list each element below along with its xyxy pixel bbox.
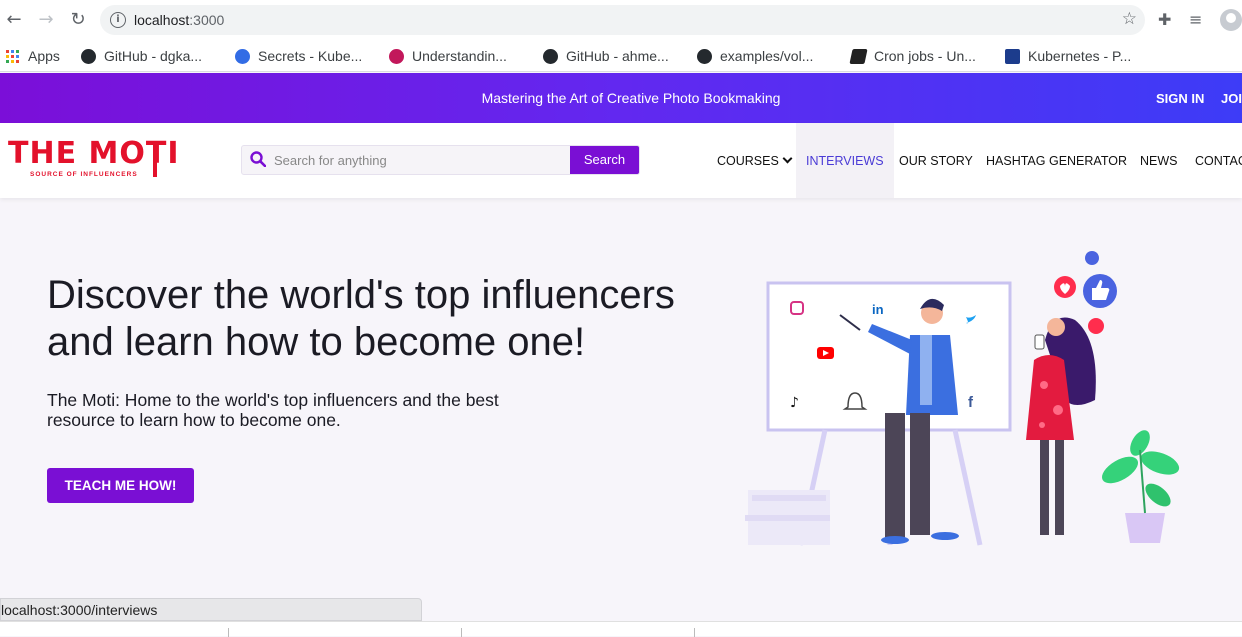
like-small-icon bbox=[1085, 251, 1099, 265]
bookmark-github-ahme[interactable]: GitHub - ahme... bbox=[543, 46, 669, 66]
bookmark-label: Cron jobs - Un... bbox=[874, 48, 976, 64]
bottom-strip bbox=[0, 621, 1242, 637]
search-button[interactable]: Search bbox=[570, 146, 639, 174]
nav-label: CONTACT bbox=[1195, 153, 1242, 168]
search-input[interactable] bbox=[274, 146, 572, 174]
bookmark-label: examples/vol... bbox=[720, 48, 814, 64]
nav-label: COURSES bbox=[717, 153, 779, 168]
bookmark-label: Kubernetes - P... bbox=[1028, 48, 1132, 64]
address-url[interactable]: localhost:3000 bbox=[134, 12, 224, 28]
url-port: :3000 bbox=[189, 12, 225, 28]
profile-avatar-icon[interactable] bbox=[1220, 9, 1242, 31]
url-host: localhost bbox=[134, 12, 190, 28]
linkedin-icon: in bbox=[872, 302, 884, 317]
nav-contact[interactable]: CONTACT bbox=[1195, 123, 1242, 198]
address-bar[interactable]: i localhost:3000 ☆ bbox=[100, 5, 1145, 35]
logo-tagline: SOURCE OF INFLUENCERS bbox=[30, 171, 138, 178]
bookmark-star-icon[interactable]: ☆ bbox=[1122, 9, 1137, 29]
github-icon bbox=[697, 48, 712, 64]
nav-courses[interactable]: COURSES bbox=[717, 123, 793, 198]
book-icon bbox=[849, 48, 868, 64]
bookmark-github-dgka[interactable]: GitHub - dgka... bbox=[81, 46, 202, 66]
site-logo[interactable]: THE MOTI SOURCE OF INFLUENCERS bbox=[8, 139, 180, 179]
tiktok-icon: ♪ bbox=[790, 395, 799, 411]
extensions-puzzle-icon[interactable]: ✚ bbox=[1158, 10, 1171, 29]
reading-list-icon[interactable]: ≡ bbox=[1189, 10, 1202, 29]
back-arrow-icon[interactable]: ← bbox=[4, 10, 24, 30]
logo-bar bbox=[153, 141, 157, 177]
bookmark-label: Apps bbox=[28, 48, 60, 64]
heart-small-icon bbox=[1088, 318, 1104, 334]
forward-arrow-icon[interactable]: → bbox=[36, 10, 56, 30]
bookmarks-bar: Apps GitHub - dgka... Secrets - Kube... … bbox=[0, 40, 1242, 72]
reload-icon[interactable]: ↻ bbox=[68, 10, 88, 30]
blue-square-icon bbox=[1005, 48, 1020, 64]
bookmark-label: Secrets - Kube... bbox=[258, 48, 363, 64]
nav-hashtag-generator[interactable]: HASHTAG GENERATOR bbox=[986, 123, 1127, 198]
bookmark-label: GitHub - ahme... bbox=[566, 48, 669, 64]
bookmark-secrets-kube[interactable]: Secrets - Kube... bbox=[235, 46, 362, 66]
nav-label: HASHTAG GENERATOR bbox=[986, 153, 1127, 168]
bookmark-kubernetes-p[interactable]: Kubernetes - P... bbox=[1005, 46, 1131, 66]
github-icon bbox=[81, 48, 96, 64]
woman-figure bbox=[1026, 317, 1096, 535]
github-icon bbox=[543, 48, 558, 64]
site-header: THE MOTI SOURCE OF INFLUENCERS Search CO… bbox=[0, 123, 1242, 198]
join-link[interactable]: JOIN bbox=[1221, 91, 1242, 106]
bookmark-label: Understandin... bbox=[412, 48, 507, 64]
potted-plant bbox=[1101, 430, 1180, 543]
announcement-message[interactable]: Mastering the Art of Creative Photo Book… bbox=[0, 90, 1242, 106]
bookmark-label: GitHub - dgka... bbox=[104, 48, 203, 64]
sign-in-link[interactable]: SIGN IN bbox=[1156, 91, 1204, 106]
site-info-icon[interactable]: i bbox=[110, 12, 126, 28]
nav-label: INTERVIEWS bbox=[806, 153, 884, 168]
hero-subtitle: The Moti: Home to the world's top influe… bbox=[47, 390, 499, 430]
apps-grid-icon bbox=[6, 49, 19, 63]
chevron-down-icon bbox=[782, 153, 793, 164]
ring-icon bbox=[389, 48, 404, 64]
bookmark-examples-vol[interactable]: examples/vol... bbox=[697, 46, 813, 66]
nav-label: NEWS bbox=[1140, 153, 1178, 168]
bookmark-cron-jobs[interactable]: Cron jobs - Un... bbox=[849, 46, 976, 66]
browser-toolbar: ← → ↻ i localhost:3000 ☆ ✚ ≡ bbox=[0, 0, 1242, 40]
search-bar: Search bbox=[241, 145, 640, 175]
status-bar-url: localhost:3000/interviews bbox=[0, 598, 422, 621]
nav-news[interactable]: NEWS bbox=[1140, 123, 1178, 198]
influencer-illustration: in ♪ f bbox=[745, 251, 1180, 546]
announcement-bar: Mastering the Art of Creative Photo Book… bbox=[0, 73, 1242, 123]
teach-me-how-button[interactable]: TEACH ME HOW! bbox=[47, 468, 194, 503]
bookmark-apps[interactable]: Apps bbox=[6, 46, 60, 66]
nav-our-story[interactable]: OUR STORY bbox=[899, 123, 973, 198]
search-icon bbox=[250, 151, 266, 167]
bookmark-understanding[interactable]: Understandin... bbox=[389, 46, 507, 66]
hero-title: Discover the world's top influencers and… bbox=[47, 273, 675, 364]
boxes-stack bbox=[745, 490, 830, 545]
nav-label: OUR STORY bbox=[899, 153, 973, 168]
nav-interviews[interactable]: INTERVIEWS bbox=[796, 123, 894, 198]
kubernetes-icon bbox=[235, 48, 250, 64]
